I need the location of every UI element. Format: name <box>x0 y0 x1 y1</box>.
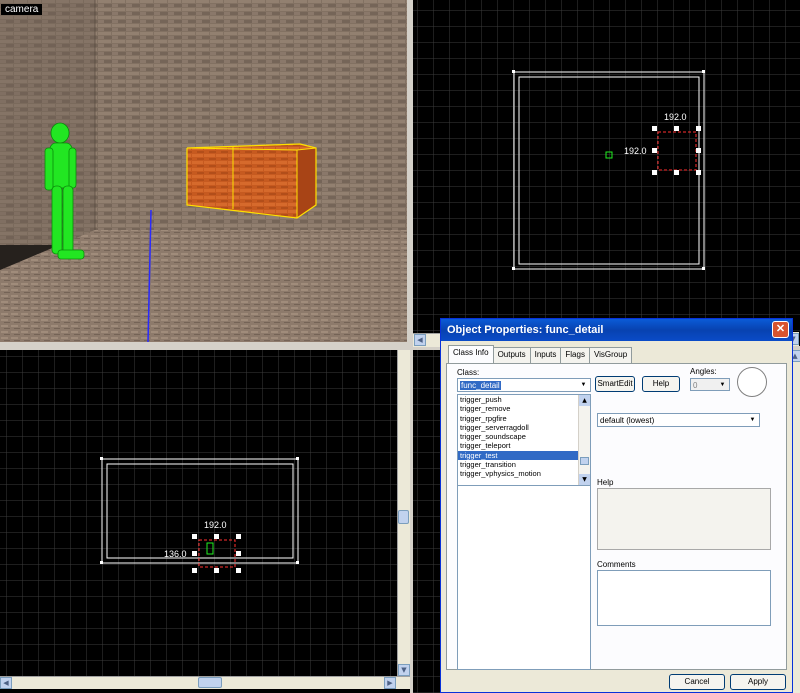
property-value: default (lowest) <box>600 416 655 425</box>
help-label: Help <box>597 478 614 487</box>
dialog-tabs: Class Info Outputs Inputs Flags VisGroup <box>448 345 633 364</box>
scroll-up-icon[interactable]: ▲ <box>579 395 590 406</box>
list-item[interactable]: trigger_vphysics_motion <box>458 469 590 478</box>
front-hscrollbar[interactable]: ◀ ▶ <box>0 676 410 689</box>
angles-combo[interactable]: 0 ▼ <box>690 378 730 391</box>
camera-label: camera <box>1 4 43 15</box>
front-vscrollbar[interactable]: ▼ <box>397 350 410 676</box>
class-list-scrollbar[interactable]: ▲ ▼ <box>578 395 590 485</box>
list-item[interactable]: trigger_teleport <box>458 441 590 450</box>
front-height-label: 136.0 <box>164 549 187 559</box>
cancel-button[interactable]: Cancel <box>669 674 725 690</box>
dialog-titlebar[interactable]: Object Properties: func_detail ✕ <box>441 319 792 341</box>
scroll-left-icon[interactable]: ◀ <box>414 334 426 346</box>
chevron-down-icon[interactable]: ▼ <box>747 415 758 426</box>
angles-label: Angles: <box>690 367 717 376</box>
front-width-label: 192.0 <box>204 520 227 530</box>
class-label: Class: <box>457 368 480 377</box>
property-value-combo[interactable]: default (lowest) ▼ <box>597 413 760 427</box>
top-hscrollbar[interactable]: ◀ <box>413 333 440 347</box>
dialog-title: Object Properties: func_detail <box>447 324 604 336</box>
camera-scene <box>0 0 407 342</box>
angles-value: 0 <box>693 381 698 390</box>
top-grid <box>413 0 800 346</box>
list-item[interactable]: trigger_transition <box>458 460 590 469</box>
tab-class-info[interactable]: Class Info <box>448 345 494 364</box>
list-item[interactable]: trigger_push <box>458 395 590 404</box>
class-combo[interactable]: func_detail ▼ <box>457 378 591 392</box>
tab-inputs[interactable]: Inputs <box>529 347 562 364</box>
list-item-selected[interactable]: trigger_test <box>458 450 590 461</box>
comments-label: Comments <box>597 560 636 569</box>
front-vscroll-thumb[interactable] <box>398 510 409 524</box>
class-list-below <box>457 486 591 670</box>
list-item[interactable]: trigger_soundscape <box>458 432 590 441</box>
top-width-label: 192.0 <box>664 112 687 122</box>
chevron-down-icon[interactable]: ▼ <box>717 380 728 391</box>
tab-visgroup[interactable]: VisGroup <box>588 347 633 364</box>
help-box <box>597 488 771 550</box>
front-viewport[interactable]: 192.0 136.0 ▼ ◀ ▶ <box>0 350 410 693</box>
class-value: func_detail <box>460 381 501 390</box>
scroll-right-icon[interactable]: ▶ <box>384 677 396 689</box>
angle-dial[interactable] <box>737 367 767 397</box>
class-list[interactable]: trigger_push trigger_remove trigger_rpgf… <box>457 394 591 486</box>
top-height-label: 192.0 <box>624 146 647 156</box>
help-button[interactable]: Help <box>642 376 680 392</box>
list-item[interactable]: trigger_rpgfire <box>458 414 590 423</box>
apply-button[interactable]: Apply <box>730 674 786 690</box>
comments-textarea[interactable] <box>597 570 771 626</box>
close-icon[interactable]: ✕ <box>772 321 789 338</box>
scroll-down-icon[interactable]: ▼ <box>398 664 410 676</box>
object-properties-dialog: Object Properties: func_detail ✕ Class I… <box>440 318 793 693</box>
chevron-down-icon[interactable]: ▼ <box>578 380 589 391</box>
scroll-down-icon[interactable]: ▼ <box>579 474 590 485</box>
camera-viewport[interactable]: camera <box>0 0 410 346</box>
list-item[interactable]: trigger_remove <box>458 404 590 413</box>
smartedit-button[interactable]: SmartEdit <box>595 376 635 392</box>
tab-flags[interactable]: Flags <box>560 347 590 364</box>
scroll-left-icon[interactable]: ◀ <box>0 677 12 689</box>
list-item[interactable]: trigger_serverragdoll <box>458 423 590 432</box>
front-hscroll-thumb[interactable] <box>198 677 222 688</box>
crate-brush <box>186 143 317 219</box>
tab-outputs[interactable]: Outputs <box>492 347 531 364</box>
class-list-scroll-thumb[interactable] <box>580 457 589 465</box>
top-viewport[interactable]: 192.0 192.0 <box>413 0 800 346</box>
